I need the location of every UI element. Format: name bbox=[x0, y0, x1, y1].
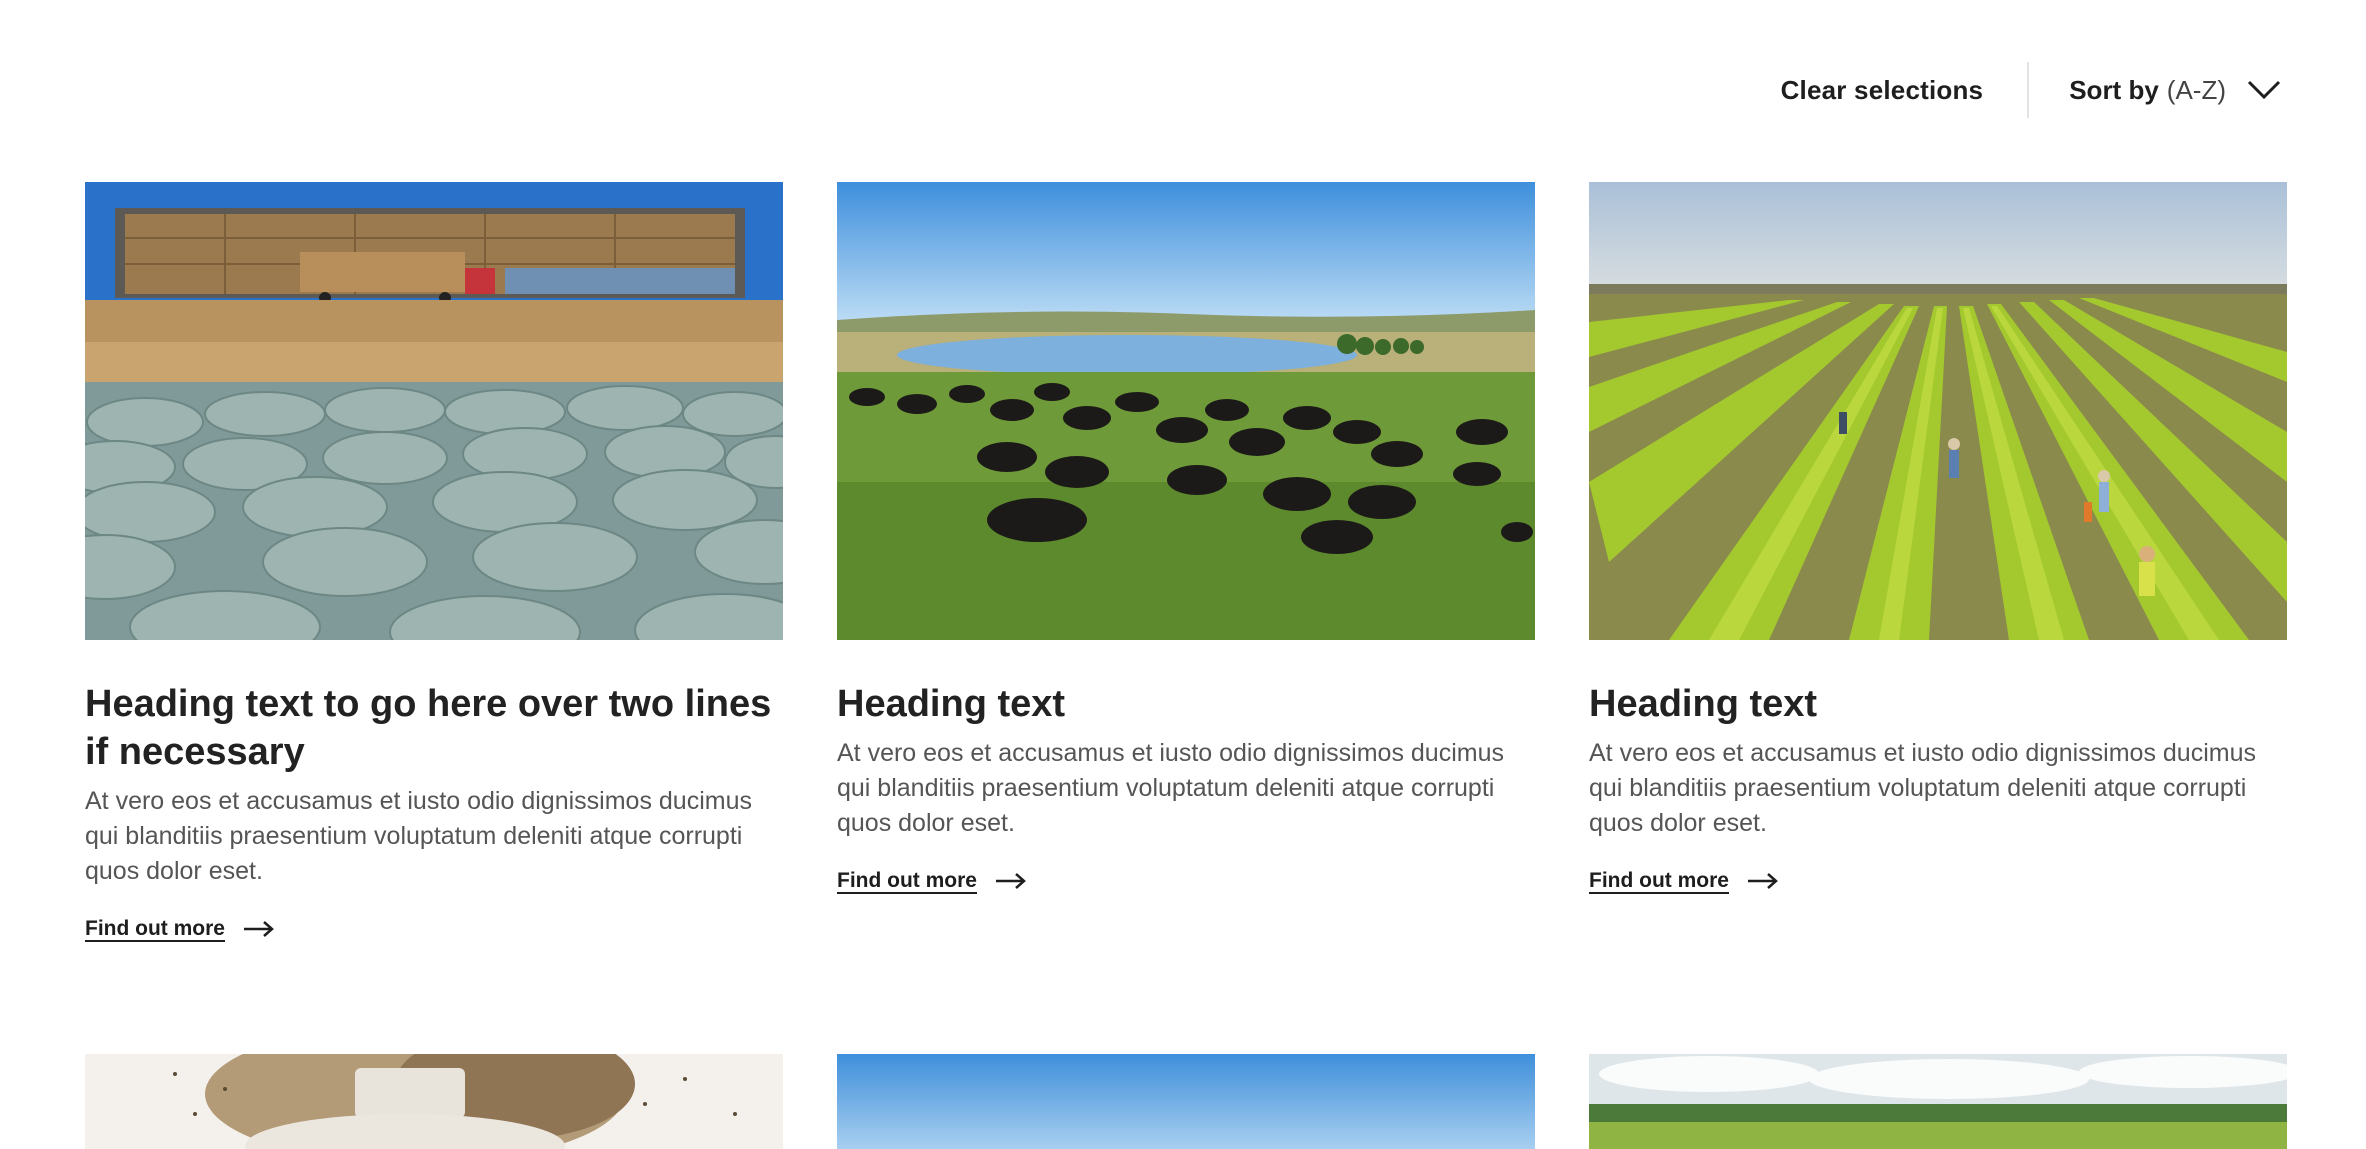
card-heading: Heading text to go here over two lines i… bbox=[85, 683, 772, 773]
find-out-more-link[interactable]: Find out more bbox=[1589, 869, 1779, 893]
arrow-right-icon bbox=[244, 921, 274, 937]
sort-label: Sort by bbox=[2069, 74, 2159, 105]
card-description: At vero eos et accusamus et iusto odio d… bbox=[85, 787, 752, 885]
farmer-hat-photo bbox=[85, 1054, 783, 1149]
card: Heading text At vero eos et accusamus et… bbox=[837, 182, 1535, 893]
find-out-more-link[interactable]: Find out more bbox=[837, 869, 1027, 893]
card-heading: Heading text bbox=[1589, 683, 1818, 725]
filter-toolbar: Clear selections Sort by (A-Z) bbox=[1781, 62, 2282, 118]
sort-dropdown[interactable]: Sort by (A-Z) bbox=[2029, 75, 2282, 106]
find-out-more-label: Find out more bbox=[1589, 869, 1729, 892]
vineyard-workers-photo bbox=[1589, 182, 2287, 640]
find-out-more-label: Find out more bbox=[837, 869, 977, 892]
card: Heading text At vero eos et accusamus et… bbox=[1589, 182, 2287, 893]
clear-selections-button[interactable]: Clear selections bbox=[1781, 75, 2028, 106]
arrow-right-icon bbox=[1748, 873, 1778, 889]
chevron-down-icon bbox=[2247, 80, 2281, 100]
card-description: At vero eos et accusamus et iusto odio d… bbox=[837, 739, 1504, 837]
card: Heading text to go here over two lines i… bbox=[85, 182, 783, 941]
arrow-right-icon bbox=[996, 873, 1026, 889]
hay-bales-field-photo bbox=[85, 182, 783, 640]
green-field-clouds-photo bbox=[1589, 1054, 2287, 1149]
sort-value: (A-Z) bbox=[2166, 74, 2226, 105]
card-heading: Heading text bbox=[837, 683, 1066, 725]
blue-sky-photo bbox=[837, 1054, 1535, 1149]
card-description: At vero eos et accusamus et iusto odio d… bbox=[1589, 739, 2256, 837]
find-out-more-link[interactable]: Find out more bbox=[85, 917, 275, 941]
cattle-grazing-lake-photo bbox=[837, 182, 1535, 640]
find-out-more-label: Find out more bbox=[85, 917, 225, 940]
